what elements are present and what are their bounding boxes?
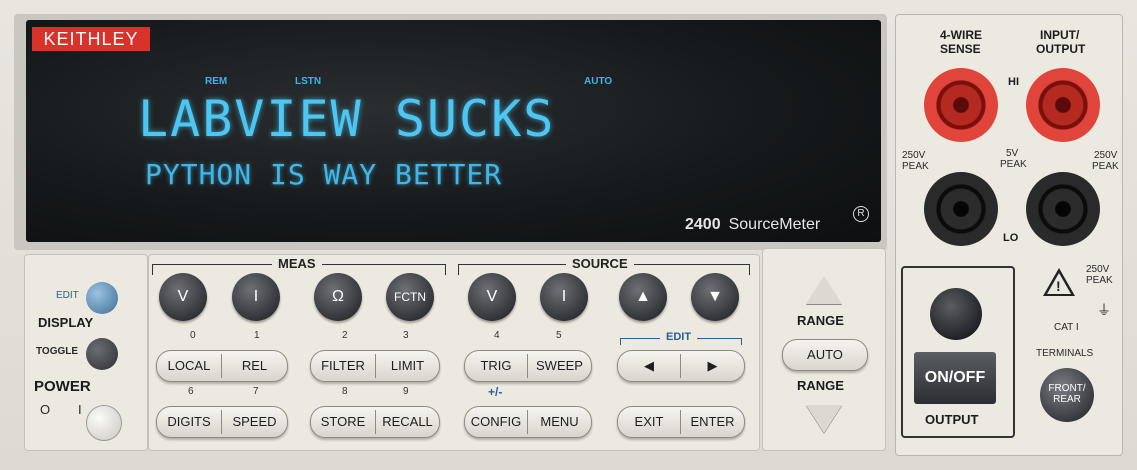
peak-left-label: PEAK <box>902 161 929 172</box>
meas-ohm-button[interactable]: Ω <box>314 273 362 321</box>
peak-left-voltage: 250V <box>902 150 926 161</box>
annunciator-lstn: LSTN <box>295 76 322 87</box>
key-number-7: 7 <box>253 386 259 397</box>
config-button[interactable]: CONFIG <box>465 407 527 437</box>
range-up-button[interactable] <box>806 276 842 304</box>
peak-right-label: PEAK <box>1092 161 1119 172</box>
sense-lo-jack[interactable] <box>924 172 998 246</box>
output-onoff-button[interactable]: ON/OFF <box>914 352 996 404</box>
source-down-button[interactable]: ▼ <box>691 273 739 321</box>
config-menu-key: CONFIG MENU <box>464 406 592 438</box>
display-line-1: LABVIEW SUCKS <box>138 90 556 148</box>
power-label: POWER <box>34 378 91 395</box>
exit-button[interactable]: EXIT <box>618 407 680 437</box>
range-label-top: RANGE <box>797 313 844 328</box>
ground-icon: ⏚ <box>1097 302 1111 318</box>
front-rear-button[interactable]: FRONT/ REAR <box>1040 368 1094 422</box>
key-number-3: 3 <box>403 330 409 341</box>
right-arrow-button[interactable]: ▶ <box>681 351 744 381</box>
source-i-button[interactable]: I <box>540 273 588 321</box>
speed-button[interactable]: SPEED <box>222 407 287 437</box>
store-recall-key: STORE RECALL <box>310 406 440 438</box>
peak-right-voltage: 250V <box>1094 150 1118 161</box>
auto-range-button[interactable]: AUTO <box>783 340 867 370</box>
trig-button[interactable]: TRIG <box>465 351 527 381</box>
range-label-bottom: RANGE <box>797 378 844 393</box>
sense-label: SENSE <box>940 42 981 56</box>
auto-range-key[interactable]: AUTO <box>782 339 868 371</box>
digits-button[interactable]: DIGITS <box>157 407 221 437</box>
terminals-label: TERMINALS <box>1036 348 1094 359</box>
edit-group-label: EDIT <box>660 331 698 343</box>
model-number: 2400 <box>685 216 721 233</box>
sweep-button[interactable]: SWEEP <box>528 351 591 381</box>
key-number-5: 5 <box>556 330 562 341</box>
trig-sweep-key: TRIG SWEEP <box>464 350 592 382</box>
input-lo-jack[interactable] <box>1026 172 1100 246</box>
output-button-label: OUTPUT <box>925 412 979 427</box>
display-line-2: PYTHON IS WAY BETTER <box>145 158 503 191</box>
meas-fctn-button[interactable]: FCTN <box>386 273 434 321</box>
power-on-symbol: I <box>78 402 82 417</box>
key-number-9: 9 <box>403 386 409 397</box>
lo-label: LO <box>1003 232 1019 244</box>
brand-logo: KEITHLEY <box>32 27 150 51</box>
edit-label: EDIT <box>56 290 79 301</box>
key-number-1: 1 <box>254 330 260 341</box>
key-number-4: 4 <box>494 330 500 341</box>
digits-speed-key: DIGITS SPEED <box>156 406 288 438</box>
rear-label: REAR <box>1053 394 1081 405</box>
power-switch[interactable] <box>86 405 122 441</box>
filter-limit-key: FILTER LIMIT <box>310 350 440 382</box>
rel-button[interactable]: REL <box>222 351 287 381</box>
display-label: DISPLAY <box>38 315 94 330</box>
local-rel-key: LOCAL REL <box>156 350 288 382</box>
meas-label: MEAS <box>272 256 322 271</box>
enter-button[interactable]: ENTER <box>681 407 744 437</box>
exit-enter-key: EXIT ENTER <box>617 406 745 438</box>
recall-button[interactable]: RECALL <box>376 407 439 437</box>
meas-i-button[interactable]: I <box>232 273 280 321</box>
menu-button[interactable]: MENU <box>528 407 591 437</box>
cat-rating: CAT I <box>1054 322 1079 333</box>
limit-button[interactable]: LIMIT <box>376 351 439 381</box>
input-hi-jack[interactable] <box>1026 68 1100 142</box>
filter-button[interactable]: FILTER <box>311 351 375 381</box>
source-v-button[interactable]: V <box>468 273 516 321</box>
four-wire-label: 4-WIRE <box>940 28 982 42</box>
front-label: FRONT/ <box>1048 383 1086 394</box>
store-button[interactable]: STORE <box>311 407 375 437</box>
edit-knob[interactable] <box>86 282 118 314</box>
mid-peak-label: PEAK <box>1000 159 1027 170</box>
local-button[interactable]: LOCAL <box>157 351 221 381</box>
edit-arrows-key: ◀ ▶ <box>617 350 745 382</box>
key-number-8: 8 <box>342 386 348 397</box>
toggle-label: TOGGLE <box>36 346 79 357</box>
hi-label: HI <box>1008 76 1019 88</box>
meas-v-button[interactable]: V <box>159 273 207 321</box>
registered-mark: R <box>853 206 869 222</box>
key-number-2: 2 <box>342 330 348 341</box>
output-indicator-lamp <box>930 288 982 340</box>
input-label: INPUT/ <box>1040 28 1080 42</box>
mid-voltage: 5V <box>1006 148 1019 159</box>
model-name: SourceMeter <box>728 216 821 233</box>
source-label: SOURCE <box>566 256 634 271</box>
sense-hi-jack[interactable] <box>924 68 998 142</box>
source-up-button[interactable]: ▲ <box>619 273 667 321</box>
model-label: 2400 SourceMeter <box>685 216 820 234</box>
annunciator-auto: AUTO <box>584 76 613 87</box>
power-off-symbol: O <box>40 402 51 417</box>
left-arrow-button[interactable]: ◀ <box>618 351 680 381</box>
key-number-0: 0 <box>190 330 196 341</box>
warning-icon-mark: ! <box>1056 278 1061 294</box>
output-label: OUTPUT <box>1036 42 1086 56</box>
display-toggle-button[interactable] <box>86 338 118 370</box>
peak-bottom-voltage: 250V <box>1086 264 1110 275</box>
annunciator-rem: REM <box>205 76 228 87</box>
range-down-button[interactable] <box>806 405 842 433</box>
plusminus-label: +/- <box>488 385 503 399</box>
peak-bottom-label: PEAK <box>1086 275 1113 286</box>
key-number-6: 6 <box>188 386 194 397</box>
